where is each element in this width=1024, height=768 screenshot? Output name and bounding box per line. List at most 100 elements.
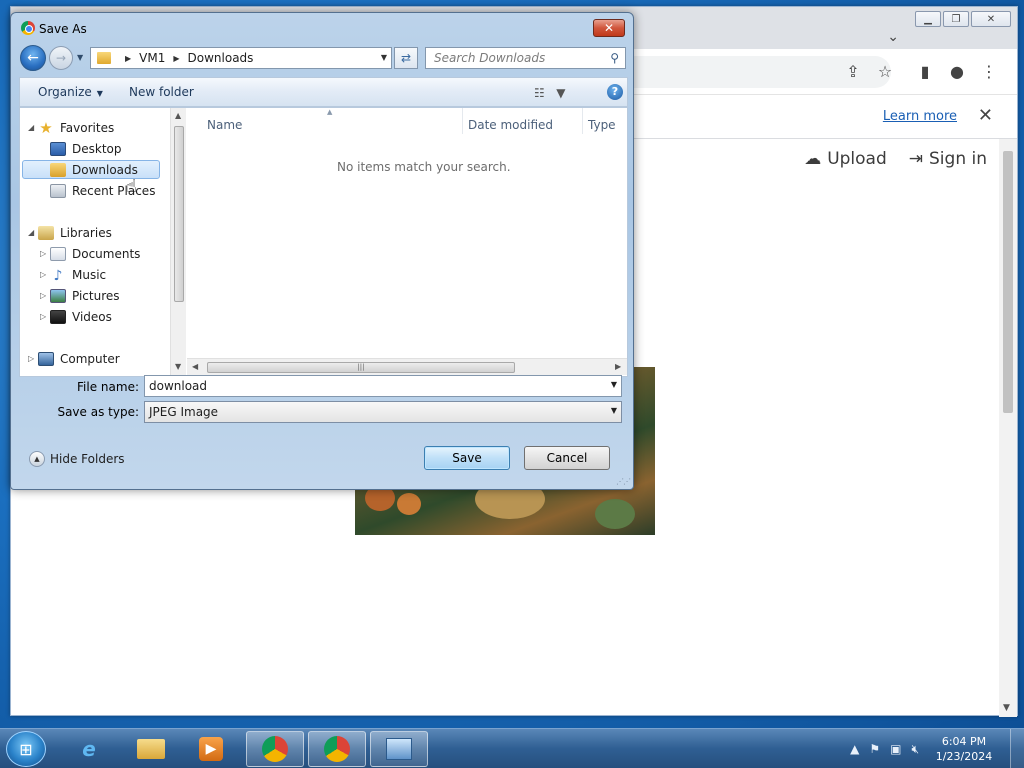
new-folder-button[interactable]: New folder bbox=[129, 85, 194, 99]
nav-music[interactable]: ▷ ♪ Music bbox=[40, 265, 106, 284]
nav-label: Music bbox=[72, 267, 107, 282]
desktop-icon bbox=[50, 141, 66, 156]
action-center-icon[interactable]: ⚑ bbox=[869, 742, 880, 756]
show-desktop-button[interactable] bbox=[1010, 729, 1024, 768]
scroll-up-arrow-icon[interactable]: ▲ bbox=[175, 111, 181, 120]
organize-button[interactable]: Organize ▼ bbox=[38, 85, 103, 99]
folder-icon bbox=[97, 52, 111, 64]
volume-muted-icon[interactable]: 🔇︎ bbox=[911, 742, 919, 757]
nav-label: Libraries bbox=[60, 225, 112, 240]
sign-in-label: Sign in bbox=[929, 149, 987, 169]
address-dropdown-icon[interactable]: ▼ bbox=[381, 53, 387, 62]
sign-in-icon: ⇥ bbox=[908, 149, 924, 169]
column-date-modified[interactable]: Date modified bbox=[468, 108, 583, 134]
column-name[interactable]: Name bbox=[207, 108, 463, 134]
save-as-type-value: JPEG Image bbox=[149, 405, 219, 419]
breadcrumb-downloads[interactable]: Downloads bbox=[188, 51, 254, 65]
breadcrumb-vm1[interactable]: VM1 bbox=[139, 51, 165, 65]
forward-button[interactable]: → bbox=[49, 46, 73, 70]
file-name-label: File name: bbox=[77, 380, 139, 394]
clock-time: 6:04 PM bbox=[941, 735, 987, 748]
nav-label: Desktop bbox=[72, 141, 122, 156]
remote-desktop-taskbar-icon[interactable] bbox=[370, 731, 428, 767]
navigation-pane: ◢ ★ Favorites Desktop Downloads Recent P… bbox=[20, 108, 170, 376]
chrome-menu-icon[interactable]: ⋮ bbox=[979, 62, 999, 82]
hide-folders-button[interactable]: ▲ Hide Folders bbox=[29, 451, 125, 467]
nav-libraries[interactable]: ◢ Libraries bbox=[28, 223, 112, 242]
back-button[interactable]: ← bbox=[20, 45, 46, 71]
start-button[interactable]: ⊞ bbox=[6, 731, 46, 767]
expanded-triangle-icon[interactable]: ◢ bbox=[28, 123, 38, 132]
upload-button[interactable]: ☁ Upload bbox=[804, 149, 887, 169]
file-list-horizontal-scrollbar[interactable]: ◀ ||| ▶ bbox=[187, 358, 627, 375]
chrome-taskbar-icon[interactable] bbox=[246, 731, 304, 767]
system-tray: ▲ ⚑ ▣ 🔇︎ 6:04 PM 1/23/2024 bbox=[845, 729, 1024, 768]
recent-locations-chevron-icon[interactable]: ▼ bbox=[77, 53, 83, 62]
chevron-down-icon[interactable]: ▼ bbox=[611, 406, 617, 415]
search-placeholder: Search Downloads bbox=[434, 51, 546, 65]
collapsed-triangle-icon[interactable]: ▷ bbox=[28, 354, 38, 363]
clock-date: 1/23/2024 bbox=[935, 750, 993, 763]
collapsed-triangle-icon[interactable]: ▷ bbox=[40, 291, 50, 300]
infobar-close-icon[interactable]: ✕ bbox=[978, 105, 993, 126]
nav-pictures[interactable]: ▷ Pictures bbox=[40, 286, 120, 305]
nav-desktop[interactable]: Desktop bbox=[50, 139, 122, 158]
dialog-close-button[interactable]: ✕ bbox=[593, 19, 625, 37]
command-bar: Organize ▼ New folder ☷ ▼ ? bbox=[19, 77, 628, 107]
clock[interactable]: 6:04 PM 1/23/2024 bbox=[934, 734, 994, 764]
nav-recent-places[interactable]: Recent Places bbox=[50, 181, 166, 200]
file-explorer-taskbar-icon[interactable] bbox=[122, 731, 180, 767]
save-button[interactable]: Save bbox=[424, 446, 510, 470]
save-as-type-select[interactable]: JPEG Image ▼ bbox=[144, 401, 622, 423]
tab-search-chevron-icon[interactable]: ⌄ bbox=[887, 29, 899, 45]
page-header-actions: ☁ Upload ⇥ Sign in bbox=[804, 149, 987, 169]
side-panel-icon[interactable]: ▮ bbox=[915, 62, 935, 82]
search-input[interactable]: Search Downloads ⚲ bbox=[425, 47, 626, 69]
resize-grip-icon[interactable]: ⋰⋰ bbox=[616, 477, 631, 486]
nav-videos[interactable]: ▷ Videos bbox=[40, 307, 112, 326]
learn-more-link[interactable]: Learn more bbox=[883, 109, 957, 124]
scroll-left-arrow-icon[interactable]: ◀ bbox=[192, 362, 198, 371]
bookmark-star-icon[interactable]: ☆ bbox=[875, 62, 895, 82]
restore-button[interactable]: ❐ bbox=[943, 11, 969, 27]
navigation-row: ← → ▼ ▶ VM1 ▶ Downloads ▼ ⇄ Search Downl… bbox=[11, 45, 633, 73]
cancel-button[interactable]: Cancel bbox=[524, 446, 610, 470]
column-type[interactable]: Type bbox=[588, 108, 627, 134]
chevron-down-icon[interactable]: ▼ bbox=[611, 380, 617, 389]
address-bar[interactable]: ▶ VM1 ▶ Downloads ▼ bbox=[90, 47, 392, 69]
profile-icon[interactable]: ● bbox=[947, 62, 967, 82]
navigation-scrollbar-thumb[interactable] bbox=[174, 126, 184, 302]
close-window-button[interactable]: ✕ bbox=[971, 11, 1011, 27]
sign-in-button[interactable]: ⇥ Sign in bbox=[909, 149, 987, 169]
help-icon[interactable]: ? bbox=[607, 84, 623, 100]
scroll-down-arrow-icon[interactable]: ▼ bbox=[175, 362, 181, 371]
collapsed-triangle-icon[interactable]: ▷ bbox=[40, 270, 50, 279]
file-name-input[interactable]: download ▼ bbox=[144, 375, 622, 397]
breadcrumb-separator-icon[interactable]: ▶ bbox=[125, 54, 131, 63]
nav-computer[interactable]: ▷ Computer bbox=[28, 349, 120, 368]
save-as-dialog: Save As ✕ ← → ▼ ▶ VM1 ▶ Downloads ▼ ⇄ Se… bbox=[10, 12, 634, 490]
page-scrollbar-thumb[interactable] bbox=[1003, 151, 1013, 413]
horizontal-scrollbar-thumb[interactable]: ||| bbox=[207, 362, 515, 373]
organize-label: Organize bbox=[38, 85, 92, 99]
refresh-button[interactable]: ⇄ bbox=[394, 47, 418, 69]
navigation-scrollbar[interactable]: ▲ ▼ bbox=[170, 108, 186, 376]
show-hidden-icons-icon[interactable]: ▲ bbox=[850, 742, 859, 756]
nav-documents[interactable]: ▷ Documents bbox=[40, 244, 140, 263]
change-view-icon[interactable]: ☷ ▼ bbox=[534, 86, 565, 100]
scroll-right-arrow-icon[interactable]: ▶ bbox=[615, 362, 621, 371]
collapsed-triangle-icon[interactable]: ▷ bbox=[40, 312, 50, 321]
expanded-triangle-icon[interactable]: ◢ bbox=[28, 228, 38, 237]
page-scrollbar[interactable]: ▼ bbox=[999, 139, 1017, 717]
chrome-taskbar-icon[interactable] bbox=[308, 731, 366, 767]
media-player-taskbar-icon[interactable]: ▶ bbox=[182, 731, 240, 767]
share-icon[interactable]: ⇪ bbox=[843, 62, 863, 82]
internet-explorer-taskbar-icon[interactable]: e bbox=[60, 731, 118, 767]
breadcrumb-separator-icon[interactable]: ▶ bbox=[173, 54, 179, 63]
collapsed-triangle-icon[interactable]: ▷ bbox=[40, 249, 50, 258]
minimize-button[interactable]: ▁ bbox=[915, 11, 941, 27]
nav-downloads[interactable]: Downloads bbox=[22, 160, 160, 179]
nav-favorites[interactable]: ◢ ★ Favorites bbox=[28, 118, 114, 137]
network-icon[interactable]: ▣ bbox=[890, 742, 901, 756]
scroll-down-arrow-icon[interactable]: ▼ bbox=[1003, 703, 1010, 713]
